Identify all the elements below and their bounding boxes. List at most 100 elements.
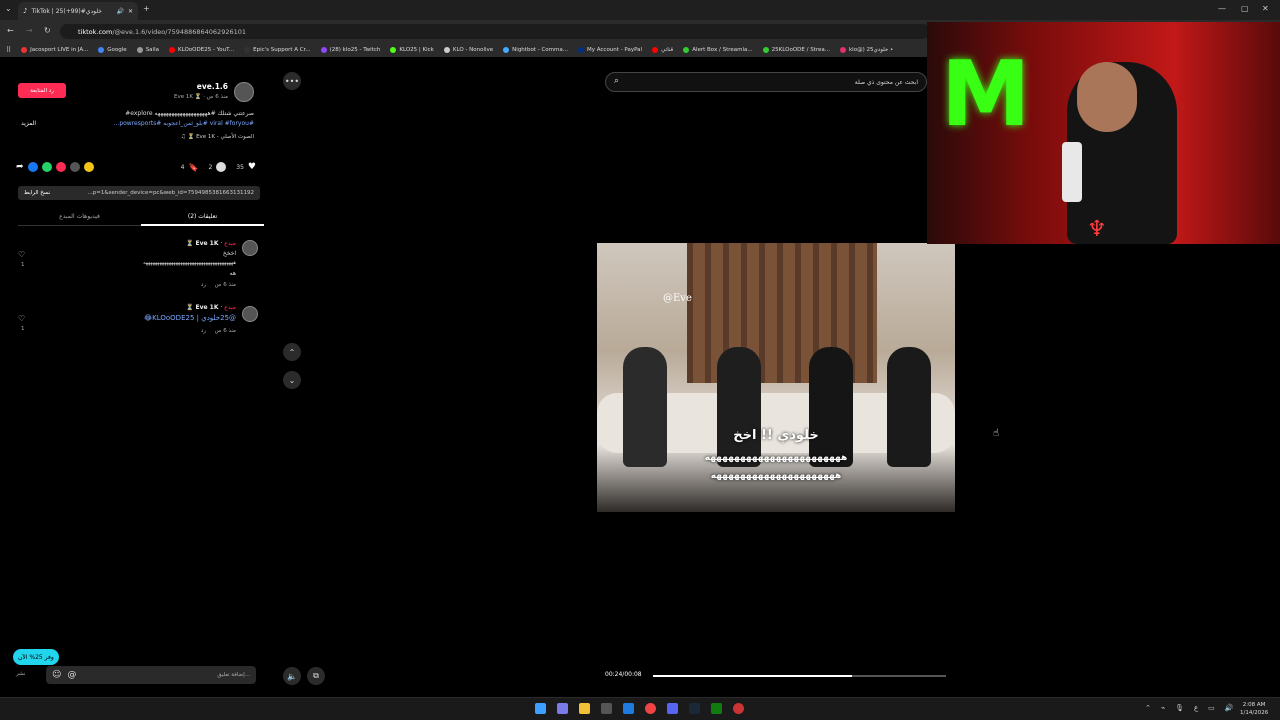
tab-search-icon[interactable]: ⌄ [5, 4, 12, 13]
url-host: tiktok.com [78, 27, 113, 36]
bookmark-item[interactable]: Nightbot - Comma... [503, 46, 568, 53]
post-panel: رد المتابعة eve.1.6 Eve 1K ⏳ · منذ 6 س ص… [10, 72, 264, 692]
tab-creator-videos[interactable]: فيديوهات المبدع [18, 208, 141, 226]
share-icon[interactable]: ➦ [16, 162, 24, 172]
comment-avatar[interactable] [242, 306, 258, 322]
steam-icon[interactable] [689, 703, 700, 714]
more-link[interactable]: المزيد [21, 120, 36, 127]
network-icon[interactable]: ⌁ [1161, 704, 1165, 712]
comment-header: مبدع · Eve 1K ⏳ [185, 240, 236, 247]
mention-icon[interactable]: @ [67, 670, 76, 680]
more-share-icon[interactable] [83, 162, 94, 172]
bookmark-item[interactable]: Alert Box / Streamla... [683, 46, 753, 53]
maximize-icon[interactable]: ▢ [1241, 4, 1249, 13]
bookmark-item[interactable]: My Account - PayPal [577, 46, 642, 53]
search-placeholder: ابحث عن محتوى ذي صلة [854, 78, 918, 86]
video-player[interactable]: @Eve خلودي !! اخخ هههههههههههههههههههههه… [597, 243, 955, 512]
microphone-icon [1062, 142, 1082, 202]
close-window-icon[interactable]: ✕ [1262, 4, 1269, 13]
comment-like-icon[interactable]: ♡ [18, 250, 25, 259]
reply-button[interactable]: رد [201, 328, 206, 334]
video-subtitle-line: هههههههههههههههههههههههه [704, 453, 848, 463]
comment-mention[interactable]: @25خلودي | KLOoODE25😂 [144, 314, 236, 322]
back-icon[interactable]: ← [7, 26, 14, 35]
tab-comments[interactable]: تعليقات (2) [141, 208, 264, 226]
bookmark-item[interactable]: KLO - Nonolive [443, 46, 493, 53]
bookmark-item[interactable]: KLOoODE25 - YouT... [168, 46, 234, 53]
close-tab-icon[interactable]: ✕ [128, 8, 133, 15]
comment-like-icon[interactable]: ♡ [18, 314, 25, 323]
browser-tab[interactable]: ♪ TikTok | 25خلودي#(99+) 🔊 ✕ [18, 2, 138, 20]
emoji-icon[interactable]: ☺ [52, 670, 61, 680]
calendar-icon[interactable] [601, 703, 612, 714]
comment-time: منذ 6 س [214, 282, 236, 288]
comment-icon[interactable] [216, 162, 227, 172]
bookmark-item[interactable]: (28) klo25 - Twitch [320, 46, 380, 53]
send-icon[interactable] [55, 162, 66, 172]
start-icon[interactable] [535, 703, 546, 714]
reload-icon[interactable]: ↻ [44, 26, 51, 35]
mail-icon[interactable] [623, 703, 634, 714]
bookmark-item[interactable]: Jacosport LIVE in JA... [21, 46, 88, 53]
comment-input[interactable]: ☺ @ إضافة تعليق... [46, 666, 256, 684]
share-link-text: ...p=1&sender_device=pc&web_id=759498538… [87, 190, 254, 196]
comment-avatar[interactable] [242, 240, 258, 256]
mic-icon[interactable]: 🎙 [1175, 704, 1184, 712]
post-caption: صرعتني شتلك #هههههههههههههههههههه explor… [18, 110, 254, 117]
display-icon[interactable]: ▭ [1208, 704, 1215, 712]
post-comment-button[interactable]: نشر [16, 671, 25, 677]
author-avatar[interactable] [234, 82, 254, 102]
more-options-button[interactable]: ••• [283, 72, 301, 90]
xbox-icon[interactable] [711, 703, 722, 714]
copilot-icon[interactable] [557, 703, 568, 714]
search-input[interactable]: ⌕ ابحث عن محتوى ذي صلة [605, 72, 927, 92]
file-explorer-icon[interactable] [579, 703, 590, 714]
taskbar-apps [535, 703, 744, 714]
bookmark-item[interactable]: KLO25 | Kick [390, 46, 434, 53]
whatsapp-icon[interactable] [41, 162, 52, 172]
caption-text: صرعتني شتلك #هههههههههههههههههههه explor… [125, 110, 254, 117]
url-field[interactable]: tiktok.com/@eve.1.6/video/75948868640629… [60, 24, 930, 39]
video-progress-track[interactable] [653, 675, 946, 677]
apps-icon[interactable]: ⠿ [6, 46, 11, 54]
new-tab-button[interactable]: + [143, 4, 150, 13]
person-figure [717, 347, 761, 467]
chrome-icon[interactable] [645, 703, 656, 714]
follow-back-button[interactable]: رد المتابعة [18, 83, 66, 98]
monster-logo-icon: M [941, 42, 1031, 147]
search-icon[interactable]: ⌕ [614, 76, 619, 86]
embed-icon[interactable] [69, 162, 80, 172]
discord-icon[interactable] [667, 703, 678, 714]
share-row: ➦ [16, 162, 94, 172]
facebook-icon[interactable] [27, 162, 38, 172]
person-figure [623, 347, 667, 467]
bookmark-item[interactable]: Google [98, 46, 127, 53]
bookmark-item[interactable]: 25KLOoODE / Strea... [762, 46, 830, 53]
pip-button[interactable]: ⧉ [307, 667, 325, 685]
chevron-up-icon[interactable]: ⌃ [1145, 704, 1151, 712]
language-icon[interactable]: ع [1194, 704, 1198, 712]
promo-badge[interactable]: وفر 25% الآن [13, 649, 59, 665]
bookmark-item[interactable]: Epic's Support A Cr... [244, 46, 311, 53]
next-video-button[interactable]: ⌄ [283, 371, 301, 389]
clock[interactable]: 2:08 AM 1/14/2026 [1240, 701, 1268, 717]
bookmark-item[interactable]: قناتي [652, 46, 673, 53]
author-username[interactable]: eve.1.6 [197, 82, 228, 91]
heart-icon[interactable]: ♥ [248, 162, 256, 172]
copy-link-button[interactable]: نسخ الرابط [24, 190, 50, 196]
previous-video-button[interactable]: ⌃ [283, 343, 301, 361]
minimize-icon[interactable]: — [1218, 4, 1226, 13]
post-hashtags[interactable]: #viral #foryou #بلو_ثمن_اعجوبه #powrespo… [24, 120, 254, 127]
comment-author[interactable]: Eve 1K ⏳ [186, 304, 219, 311]
bookmark-item[interactable]: klo@) 25خلودي • [840, 46, 893, 53]
obs-icon[interactable] [733, 703, 744, 714]
volume-button[interactable]: 🔈 [283, 667, 301, 685]
forward-icon[interactable]: → [26, 26, 33, 35]
sound-label[interactable]: الصوت الأصلي - Eve 1K ⏳ ♫ [181, 134, 254, 140]
reply-button[interactable]: رد [201, 282, 206, 288]
comment-line: هههههههههههههههههههههههههههههههههههههههه [143, 260, 236, 266]
comment-author[interactable]: Eve 1K ⏳ [186, 240, 219, 247]
bookmark-item[interactable]: Salla [136, 46, 159, 53]
volume-icon[interactable]: 🔊 [1225, 704, 1234, 712]
bookmark-icon[interactable]: 🔖 [188, 163, 198, 172]
